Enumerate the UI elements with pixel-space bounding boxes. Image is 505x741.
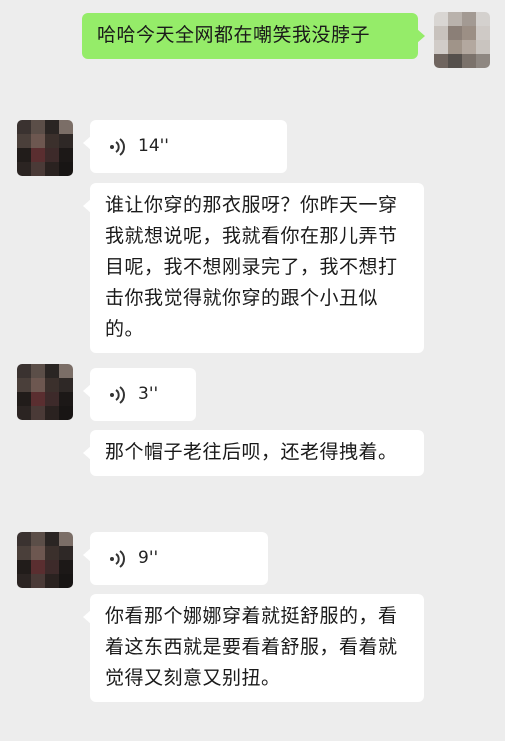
message-text: 你看那个娜娜穿着就挺舒服的，看着这东西就是要看着舒服，看着就觉得又刻意又别扭。 — [105, 605, 398, 689]
voice-message[interactable]: 9'' — [83, 532, 268, 585]
message-text: 那个帽子老往后呗，还老得拽着。 — [105, 441, 398, 463]
message-bubble-incoming[interactable]: 那个帽子老往后呗，还老得拽着。 — [83, 430, 424, 476]
voice-wave-icon — [110, 549, 125, 568]
voice-message[interactable]: 3'' — [83, 368, 196, 421]
message-text: 哈哈今天全网都在嘲笑我没脖子 — [97, 24, 371, 46]
voice-message[interactable]: 14'' — [83, 120, 287, 173]
voice-wave-icon — [110, 137, 125, 156]
my-avatar[interactable] — [434, 12, 490, 68]
voice-duration: 9'' — [138, 548, 159, 568]
chat-area: 哈哈今天全网都在嘲笑我没脖子 14'' 谁让你穿的那衣服呀？你昨天一穿我就想说呢… — [0, 0, 505, 741]
message-bubble-incoming[interactable]: 你看那个娜娜穿着就挺舒服的，看着这东西就是要看着舒服，看着就觉得又刻意又别扭。 — [83, 594, 424, 702]
voice-duration: 3'' — [138, 384, 159, 404]
contact-avatar[interactable] — [17, 532, 73, 588]
contact-avatar[interactable] — [17, 364, 73, 420]
message-bubble-incoming[interactable]: 谁让你穿的那衣服呀？你昨天一穿我就想说呢，我就看你在那儿弄节目呢，我不想刚录完了… — [83, 183, 424, 353]
contact-avatar[interactable] — [17, 120, 73, 176]
voice-duration: 14'' — [138, 136, 169, 156]
message-text: 谁让你穿的那衣服呀？你昨天一穿我就想说呢，我就看你在那儿弄节目呢，我不想刚录完了… — [105, 194, 398, 340]
message-bubble-outgoing[interactable]: 哈哈今天全网都在嘲笑我没脖子 — [82, 13, 425, 59]
voice-wave-icon — [110, 385, 125, 404]
